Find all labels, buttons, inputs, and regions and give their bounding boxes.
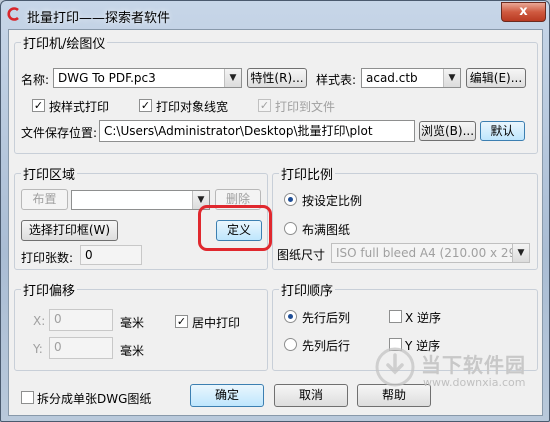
print-order-group-title: 打印顺序 bbox=[279, 280, 336, 299]
y-offset-value: 0 bbox=[54, 340, 62, 354]
print-lineweight-checkbox[interactable]: ✓ bbox=[139, 99, 152, 112]
window-title: 批量打印——探索者软件 bbox=[27, 11, 171, 26]
browse-button[interactable]: 浏览(B)... bbox=[419, 121, 476, 141]
close-button[interactable]: x bbox=[501, 2, 546, 22]
save-location-value: C:\Users\Administrator\Desktop\批量打印\plot bbox=[104, 124, 373, 138]
center-print-label: 居中打印 bbox=[192, 316, 241, 330]
ok-button[interactable]: 确定 bbox=[190, 384, 264, 407]
cancel-button[interactable]: 取消 bbox=[274, 384, 348, 407]
x-offset-value: 0 bbox=[54, 312, 62, 326]
x-reverse-label: X 逆序 bbox=[405, 311, 442, 325]
style-table-label: 样式表: bbox=[316, 73, 357, 87]
chevron-down-icon: ▼ bbox=[443, 69, 460, 87]
dialog-window: 批量打印——探索者软件 x 打印机/绘图仪 名称: DWG To PDF.pc3… bbox=[0, 0, 550, 422]
fit-paper-label: 布满图纸 bbox=[302, 223, 351, 237]
paper-size-value: ISO full bleed A4 (210.00 x 297.0 bbox=[336, 246, 530, 260]
app-logo-icon bbox=[7, 7, 19, 21]
center-print-checkbox[interactable]: ✓ bbox=[175, 315, 188, 328]
print-to-file-checkbox: ✓ bbox=[258, 99, 271, 112]
watermark-url: www.downxia.com bbox=[423, 376, 526, 389]
style-table-value: acad.ctb bbox=[366, 71, 418, 85]
sheet-count-value: 0 bbox=[85, 248, 93, 262]
split-single-label: 拆分成单张DWG图纸 bbox=[37, 392, 152, 406]
by-ratio-label: 按设定比例 bbox=[302, 194, 363, 208]
sheet-count-label: 打印张数: bbox=[21, 251, 74, 265]
print-by-style-label: 按样式打印 bbox=[49, 100, 110, 114]
x-unit-label: 毫米 bbox=[120, 316, 145, 330]
layout-select[interactable]: ▼ bbox=[71, 190, 210, 210]
chevron-down-icon: ▼ bbox=[224, 69, 241, 87]
printer-properties-button[interactable]: 特性(R)... bbox=[247, 68, 307, 88]
downxia-logo-icon bbox=[375, 347, 415, 387]
watermark-brand: 当下软件园 bbox=[421, 353, 526, 377]
col-first-radio[interactable] bbox=[284, 338, 297, 351]
fit-paper-radio[interactable] bbox=[284, 222, 297, 235]
print-by-style-checkbox[interactable]: ✓ bbox=[32, 99, 45, 112]
print-scale-group-title: 打印比例 bbox=[279, 164, 336, 183]
row-first-label: 先行后列 bbox=[302, 311, 351, 325]
print-area-group-title: 打印区域 bbox=[21, 164, 78, 183]
printer-name-value: DWG To PDF.pc3 bbox=[58, 71, 156, 85]
row-first-radio[interactable] bbox=[284, 310, 297, 323]
x-offset-field: 0 bbox=[49, 309, 113, 331]
chevron-down-icon: ▼ bbox=[512, 244, 529, 262]
print-offset-group-title: 打印偏移 bbox=[21, 280, 78, 299]
x-offset-label: X: bbox=[33, 314, 46, 328]
style-table-select[interactable]: acad.ctb ▼ bbox=[361, 68, 461, 88]
printer-group-title: 打印机/绘图仪 bbox=[21, 33, 108, 52]
paper-size-select: ISO full bleed A4 (210.00 x 297.0 ▼ bbox=[331, 243, 530, 263]
print-lineweight-label: 打印对象线宽 bbox=[156, 100, 229, 114]
sheet-count-field: 0 bbox=[80, 245, 142, 265]
paper-size-label: 图纸尺寸 bbox=[277, 248, 326, 262]
y-unit-label: 毫米 bbox=[120, 344, 145, 358]
print-to-file-label: 打印到文件 bbox=[275, 100, 336, 114]
printer-name-select[interactable]: DWG To PDF.pc3 ▼ bbox=[53, 68, 242, 88]
edit-style-button[interactable]: 编辑(E)... bbox=[466, 68, 526, 88]
save-location-label: 文件保存位置: bbox=[21, 126, 98, 140]
save-location-field[interactable]: C:\Users\Administrator\Desktop\批量打印\plot bbox=[99, 120, 415, 142]
split-single-checkbox[interactable] bbox=[21, 391, 34, 404]
default-button[interactable]: 默认 bbox=[480, 121, 525, 141]
title-bar[interactable]: 批量打印——探索者软件 x bbox=[1, 1, 549, 29]
printer-name-label: 名称: bbox=[21, 73, 50, 87]
y-offset-field: 0 bbox=[49, 337, 113, 359]
help-button[interactable]: 帮助 bbox=[357, 384, 431, 407]
by-ratio-radio[interactable] bbox=[284, 193, 297, 206]
x-reverse-checkbox[interactable] bbox=[389, 310, 402, 323]
y-offset-label: Y: bbox=[33, 342, 43, 356]
layout-button[interactable]: 布置 bbox=[21, 189, 68, 210]
define-highlight-annotation bbox=[198, 205, 272, 251]
col-first-label: 先列后行 bbox=[302, 339, 351, 353]
select-print-frame-button[interactable]: 选择打印框(W) bbox=[21, 220, 118, 241]
